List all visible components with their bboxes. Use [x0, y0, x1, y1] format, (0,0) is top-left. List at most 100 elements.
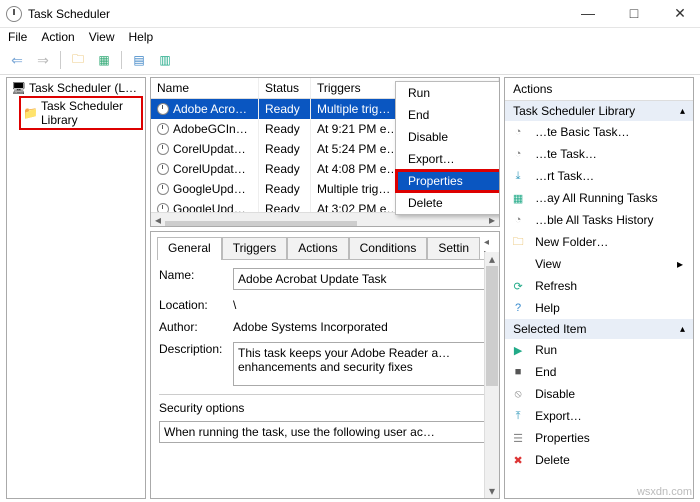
clock-icon: [157, 123, 169, 135]
action-refresh[interactable]: ⟳Refresh: [505, 275, 693, 297]
tab-general[interactable]: General: [157, 237, 222, 260]
action--ay-all-running-tasks[interactable]: ▦…ay All Running Tasks: [505, 187, 693, 209]
clock-icon: [157, 163, 169, 175]
actions-section-library-label: Task Scheduler Library: [513, 104, 635, 118]
action-label: Properties: [535, 431, 590, 445]
toolbar-separator: [121, 51, 122, 69]
grid-icon[interactable]: ▤: [128, 50, 150, 70]
tree-library-label: Task Scheduler Library: [41, 99, 139, 127]
tab-actions[interactable]: Actions: [287, 237, 348, 260]
close-button[interactable]: ✕: [666, 5, 694, 22]
general-form: Name: Adobe Acrobat Update Task Location…: [157, 260, 493, 445]
action-export-[interactable]: ⤒Export…: [505, 405, 693, 427]
scroll-down-icon[interactable]: ▾: [485, 484, 499, 498]
context-menu: Run End Disable Export… Properties Delet…: [395, 81, 500, 215]
calendar-icon[interactable]: ▦: [93, 50, 115, 70]
ctx-delete[interactable]: Delete: [396, 192, 500, 214]
help-icon: ?: [511, 301, 525, 315]
runp-icon: ▶: [511, 343, 525, 357]
clock-icon: ◔: [511, 213, 525, 227]
menubar: File Action View Help: [0, 28, 700, 48]
menu-action[interactable]: Action: [41, 30, 74, 44]
actions-section-selected[interactable]: Selected Item ▴: [505, 319, 693, 339]
action-label: …ble All Tasks History: [535, 213, 653, 227]
action-run[interactable]: ▶Run: [505, 339, 693, 361]
tree-root-label: Task Scheduler (Local): [29, 81, 141, 95]
col-status[interactable]: Status: [259, 78, 311, 98]
details-tabs: General Triggers Actions Conditions Sett…: [157, 236, 493, 260]
col-name[interactable]: Name: [151, 78, 259, 98]
tree-root[interactable]: 🖥 Task Scheduler (Local): [9, 80, 143, 96]
location-value: \: [233, 298, 491, 312]
blank-icon: [511, 257, 525, 271]
action-disable[interactable]: ⦸Disable: [505, 383, 693, 405]
app-icon: [6, 6, 22, 22]
action--rt-task-[interactable]: ⤓ …rt Task…: [505, 165, 693, 187]
collapse-icon: ▴: [680, 324, 685, 335]
tab-triggers[interactable]: Triggers: [222, 237, 288, 260]
author-value: Adobe Systems Incorporated: [233, 320, 491, 334]
description-field[interactable]: This task keeps your Adobe Reader a… enh…: [233, 342, 491, 386]
clock-icon: ◔: [511, 125, 525, 139]
details-vscroll[interactable]: ▴ ▾: [484, 252, 499, 498]
scroll-track-v[interactable]: [485, 266, 499, 484]
tree-library[interactable]: 📁 Task Scheduler Library: [19, 96, 143, 130]
forward-button: ⇒: [32, 50, 54, 70]
scroll-thumb-v[interactable]: [486, 266, 498, 386]
action-properties[interactable]: ☰ Properties: [505, 427, 693, 449]
action--te-task-[interactable]: ◔ …te Task…: [505, 143, 693, 165]
clock-icon: ◔: [511, 147, 525, 161]
clock-icon: [157, 183, 169, 195]
computer-icon: 🖥: [11, 81, 25, 95]
action-label: …te Basic Task…: [535, 125, 629, 139]
scroll-left-icon[interactable]: ◂: [151, 213, 165, 227]
menu-view[interactable]: View: [89, 30, 115, 44]
disable-icon: ⦸: [511, 387, 525, 401]
ctx-end[interactable]: End: [396, 104, 500, 126]
author-label: Author:: [159, 320, 233, 334]
actions-pane: Actions Task Scheduler Library ▴ ◔ …te Ba…: [504, 77, 694, 499]
menu-file[interactable]: File: [8, 30, 27, 44]
minimize-button[interactable]: —: [574, 5, 602, 22]
action-view[interactable]: View ▸: [505, 253, 693, 275]
import-icon: ⤓: [511, 169, 525, 183]
action-label: …rt Task…: [535, 169, 594, 183]
chevron-right-icon: ▸: [677, 257, 683, 271]
action-label: Delete: [535, 453, 570, 467]
watermark: wsxdn.com: [637, 486, 692, 498]
folder-icon: 📁: [23, 106, 37, 120]
ctx-properties[interactable]: Properties: [396, 170, 500, 192]
name-label: Name:: [159, 268, 233, 282]
export-icon: ⤒: [511, 409, 525, 423]
action-end[interactable]: ■End: [505, 361, 693, 383]
action-label: View: [535, 257, 561, 271]
action-label: …te Task…: [535, 147, 597, 161]
ctx-run[interactable]: Run: [396, 82, 500, 104]
action-help[interactable]: ?Help: [505, 297, 693, 319]
maximize-button[interactable]: □: [620, 5, 648, 22]
task-details: General Triggers Actions Conditions Sett…: [150, 231, 500, 499]
location-label: Location:: [159, 298, 233, 312]
back-button[interactable]: ⇐: [6, 50, 28, 70]
action--te-basic-task-[interactable]: ◔ …te Basic Task…: [505, 121, 693, 143]
tree-pane: 🖥 Task Scheduler (Local) 📁 Task Schedule…: [6, 77, 146, 499]
tab-settings[interactable]: Settin: [427, 237, 480, 260]
scroll-up-icon[interactable]: ▴: [485, 252, 499, 266]
action-label: End: [535, 365, 556, 379]
ctx-disable[interactable]: Disable: [396, 126, 500, 148]
task-list: Name Status Triggers Adobe Acrob…ReadyMu…: [150, 77, 500, 227]
tab-conditions[interactable]: Conditions: [349, 237, 428, 260]
scroll-thumb[interactable]: [165, 221, 357, 228]
security-user-field: When running the task, use the following…: [159, 421, 491, 443]
name-field[interactable]: Adobe Acrobat Update Task: [233, 268, 491, 290]
menu-help[interactable]: Help: [129, 30, 154, 44]
ctx-export[interactable]: Export…: [396, 148, 500, 170]
action-new-folder-[interactable]: 🗀New Folder…: [505, 231, 693, 253]
actions-title: Actions: [505, 78, 693, 101]
action--ble-all-tasks-history[interactable]: ◔ …ble All Tasks History: [505, 209, 693, 231]
run-icon[interactable]: ▥: [154, 50, 176, 70]
prop-icon: ☰: [511, 431, 525, 445]
show-hide-tree-button[interactable]: 🗀: [67, 50, 89, 70]
actions-section-library[interactable]: Task Scheduler Library ▴: [505, 101, 693, 121]
action-delete[interactable]: ✖Delete: [505, 449, 693, 471]
